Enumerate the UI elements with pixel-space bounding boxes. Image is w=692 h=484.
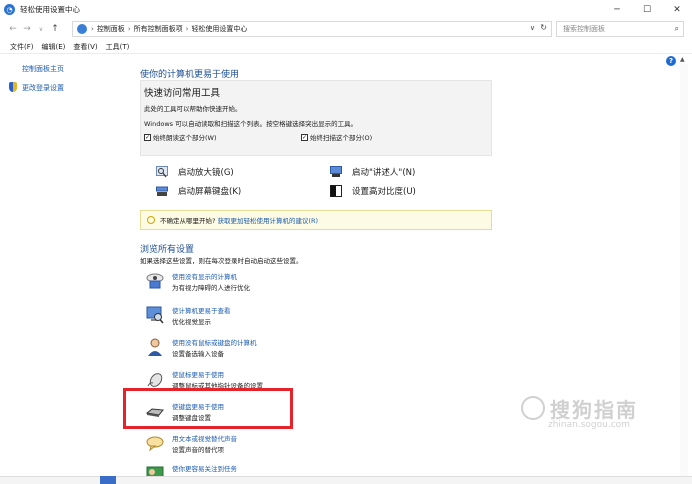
ease-of-access-icon: ◔ <box>4 4 15 15</box>
setting-link[interactable]: 使你更容易关注到任务 <box>172 463 237 473</box>
start-osk-label: 启动屏幕键盘(K) <box>178 187 242 197</box>
scrollbar[interactable] <box>680 64 688 476</box>
title-bar: ◔ 轻松使用设置中心 ─ ☐ ✕ <box>0 0 692 19</box>
setting-desc: 设置备选输入设备 <box>172 350 224 358</box>
breadcrumb-ease-center[interactable]: 轻松使用设置中心 <box>191 24 247 34</box>
breadcrumb-separator: › <box>91 25 94 33</box>
setting-desc: 为有视力障碍的人进行优化 <box>172 284 250 292</box>
forward-arrow-icon[interactable]: → <box>20 24 34 34</box>
quick-access-title: 快速访问常用工具 <box>144 88 221 99</box>
menu-bar: 文件(F) 编辑(E) 查看(V) 工具(T) <box>0 40 692 54</box>
up-arrow-icon[interactable]: ↑ <box>48 24 62 34</box>
search-icon[interactable]: ⌕ <box>675 24 679 34</box>
start-narrator-link[interactable]: 启动"讲述人"(N) <box>330 166 415 178</box>
set-high-contrast-link[interactable]: 设置高对比度(U) <box>330 185 416 197</box>
shield-icon <box>9 82 17 92</box>
start-osk-link[interactable]: 启动屏幕键盘(K) <box>156 185 241 197</box>
watermark-url: zhinan.sogou.com <box>548 420 630 430</box>
speech-bubble-icon <box>146 436 164 452</box>
user-speech-icon <box>148 338 162 356</box>
page-title: 使你的计算机更易于使用 <box>140 70 240 80</box>
control-panel-icon <box>77 24 87 34</box>
magnifier-icon <box>156 166 168 178</box>
display-magnify-icon <box>146 306 164 324</box>
set-high-contrast-label: 设置高对比度(U) <box>352 187 416 197</box>
recommendations-link[interactable]: 获取更加轻松使用计算机的建议(R) <box>217 215 318 225</box>
always-read-label: 始终朗读这个部分(W) <box>153 134 217 142</box>
address-bar: ← → ∨ ↑ › 控制面板 › 所有控制面板项 › 轻松使用设置中心 ∨ ↻ … <box>0 19 692 39</box>
checkbox-checked-icon: ✓ <box>144 133 151 141</box>
breadcrumb-control-panel[interactable]: 控制面板 <box>97 24 125 34</box>
close-button[interactable]: ✕ <box>662 0 692 19</box>
menu-tools[interactable]: 工具(T) <box>106 42 130 52</box>
recent-locations-chevron-icon[interactable]: ∨ <box>34 26 48 33</box>
start-narrator-label: 启动"讲述人"(N) <box>352 168 416 178</box>
scroll-up-arrow-icon[interactable]: ▲ <box>680 56 685 63</box>
start-magnifier-link[interactable]: 启动放大镜(G) <box>156 166 234 178</box>
always-scan-checkbox[interactable]: ✓ 始终扫描这个部分(O) <box>301 132 372 142</box>
browse-subtitle: 如果选择这些设置，则在每次登录时自动启动这些设置。 <box>140 257 303 265</box>
quick-access-desc-1: 此处的工具可以帮助你快速开始。 <box>144 105 242 113</box>
lightbulb-icon <box>147 216 155 224</box>
back-arrow-icon[interactable]: ← <box>6 24 20 34</box>
setting-link[interactable]: 用文本或视觉替代声音 <box>172 433 237 443</box>
setting-desc: 设置声音的替代项 <box>172 446 224 454</box>
quick-access-desc-2: Windows 可以自动读取和扫描这个列表。按空格键选择突出显示的工具。 <box>144 120 358 128</box>
tip-box: 不确定从哪里开始? 获取更加轻松使用计算机的建议(R) <box>140 210 492 230</box>
browse-heading: 浏览所有设置 <box>140 245 195 255</box>
sidebar-item-home[interactable]: 控制面板主页 <box>22 64 64 74</box>
taskbar-app-icon <box>100 476 116 484</box>
start-magnifier-label: 启动放大镜(G) <box>178 168 234 178</box>
quick-access-panel: 快速访问常用工具 此处的工具可以帮助你快速开始。 Windows 可以自动读取和… <box>140 80 492 156</box>
setting-link[interactable]: 使计算机更易于查看 <box>172 305 231 315</box>
refresh-icon[interactable]: ↻ <box>540 23 547 32</box>
setting-link[interactable]: 使用没有显示的计算机 <box>172 271 237 281</box>
setting-link[interactable]: 使用没有鼠标或键盘的计算机 <box>172 337 257 347</box>
menu-file[interactable]: 文件(F) <box>10 42 34 52</box>
narrator-icon <box>330 166 342 177</box>
mouse-icon <box>147 373 163 387</box>
setting-desc: 优化视觉显示 <box>172 318 211 326</box>
high-contrast-icon <box>330 185 342 197</box>
menu-view[interactable]: 查看(V) <box>73 42 97 52</box>
setting-link[interactable]: 使鼠标更易于使用 <box>172 369 224 379</box>
tip-text: 不确定从哪里开始? <box>160 217 216 225</box>
sidebar-item-change-login[interactable]: 更改登录设置 <box>22 83 64 93</box>
always-scan-label: 始终扫描这个部分(O) <box>310 134 373 142</box>
checkbox-checked-icon: ✓ <box>301 133 308 141</box>
on-screen-keyboard-icon <box>156 186 168 196</box>
no-display-icon <box>146 273 164 289</box>
highlight-annotation <box>123 388 293 429</box>
always-read-checkbox[interactable]: ✓ 始终朗读这个部分(W) <box>144 132 217 142</box>
breadcrumb-separator: › <box>127 25 131 33</box>
search-input[interactable]: 搜索控制面板 ⌕ <box>556 21 684 37</box>
window-title: 轻松使用设置中心 <box>20 5 80 14</box>
search-placeholder: 搜索控制面板 <box>563 25 605 33</box>
address-field[interactable]: › 控制面板 › 所有控制面板项 › 轻松使用设置中心 ∨ ↻ <box>72 21 552 37</box>
watermark-brand: 搜狗指南 <box>550 398 638 422</box>
minimize-button[interactable]: ─ <box>602 0 632 19</box>
window-controls: ─ ☐ ✕ <box>602 0 692 19</box>
sidebar: 控制面板主页 更改登录设置 <box>0 56 118 476</box>
breadcrumb-all-items[interactable]: 所有控制面板项 <box>134 24 183 34</box>
watermark-logo-icon <box>521 396 545 420</box>
address-dropdown-icon[interactable]: ∨ <box>530 24 535 32</box>
maximize-button[interactable]: ☐ <box>632 0 662 19</box>
breadcrumb-separator: › <box>185 25 189 33</box>
menu-edit[interactable]: 编辑(E) <box>42 42 66 52</box>
